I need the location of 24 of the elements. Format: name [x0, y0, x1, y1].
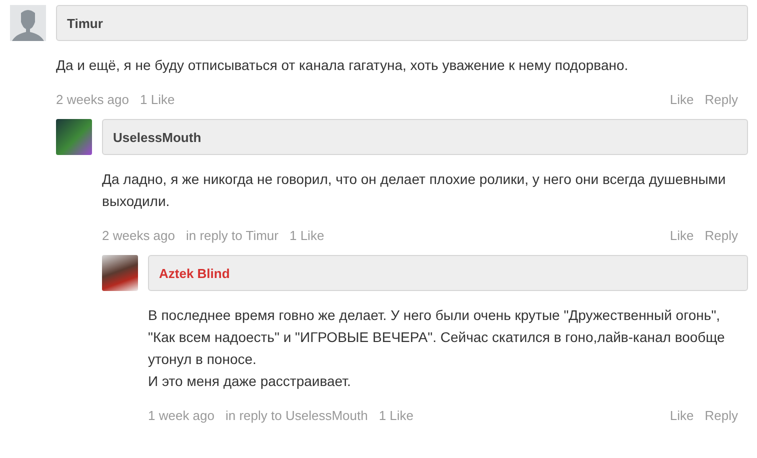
- comment-time[interactable]: 2 weeks ago: [56, 92, 129, 106]
- like-count[interactable]: 1 Like: [289, 228, 324, 242]
- reply-to-link[interactable]: in reply to UselessMouth: [226, 408, 368, 422]
- author-name[interactable]: Timur: [67, 16, 103, 30]
- like-count[interactable]: 1 Like: [378, 408, 414, 422]
- avatar-photo-placeholder: [56, 119, 92, 155]
- reply-to-link[interactable]: in reply to Timur: [186, 228, 278, 242]
- comment-text: В последнее время говно же делает. У него были очень крутые "Дружественный огонь", "Как всем надоесть" и "ИГРОВЫЕ ВЕЧЕРА". Сейчас скатился в гоно,лайв-канал вообще утонул в поносе.: [148, 306, 726, 369]
- like-link[interactable]: Like: [670, 228, 694, 242]
- comment-text: Да ладно, я же никогда не говорил, что он делает плохие ролики, у него они всегда душевными выходили.: [102, 170, 727, 211]
- like-link[interactable]: Like: [670, 92, 694, 106]
- comment-text: Да и ещё, я не буду отписываться от канала гагатуна, хоть уважение к нему подорвано.: [56, 56, 630, 75]
- reply-link[interactable]: Reply: [704, 92, 738, 106]
- avatar-photo-placeholder: [102, 255, 138, 291]
- reply-link[interactable]: Reply: [704, 228, 738, 242]
- comment-time[interactable]: 1 week ago: [148, 408, 214, 422]
- reply-link[interactable]: Reply: [704, 408, 738, 422]
- comment-text: И это меня даже расстраивает.: [148, 372, 352, 391]
- like-count[interactable]: 1 Like: [140, 92, 175, 106]
- comment-time[interactable]: 2 weeks ago: [102, 228, 175, 242]
- avatar-silhouette-icon: [10, 5, 46, 41]
- author-name[interactable]: Aztek Blind: [159, 266, 230, 280]
- author-name[interactable]: UselessMouth: [113, 130, 202, 144]
- like-link[interactable]: Like: [670, 408, 694, 422]
